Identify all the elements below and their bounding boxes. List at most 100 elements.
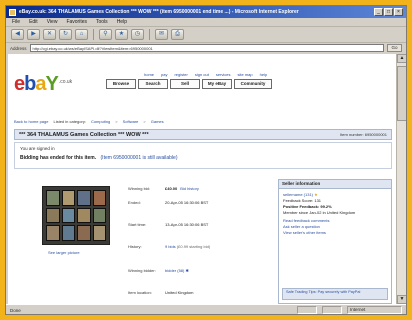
toolbar: ◀ ▶ ✕ ↻ ⌂ ⚲ ★ ◷ ✉ ⎙	[6, 27, 406, 43]
tab-my-ebay[interactable]: My eBay	[202, 79, 232, 89]
scroll-thumb[interactable]	[397, 66, 406, 121]
menu-file[interactable]: File	[12, 19, 20, 25]
tab-sell[interactable]: Sell	[170, 79, 200, 89]
photo-tile	[61, 207, 75, 224]
top-link-services[interactable]: services	[216, 72, 231, 77]
close-button[interactable]: ×	[394, 8, 403, 16]
photo-tile	[61, 190, 75, 206]
scroll-up-icon[interactable]: ▲	[397, 54, 406, 63]
menu-bar: File Edit View Favorites Tools Help	[6, 18, 406, 27]
photo-tile	[92, 190, 106, 206]
photo-tile	[77, 190, 91, 206]
scroll-down-icon[interactable]: ▼	[397, 295, 406, 304]
spec-label: Start time:	[128, 222, 147, 227]
forward-icon[interactable]: ▶	[27, 29, 40, 40]
other-items-link[interactable]: View seller's other items	[283, 230, 387, 236]
spec-label: Winning bid:	[128, 186, 151, 191]
back-to-home-link[interactable]: Back to home page	[14, 119, 48, 124]
menu-edit[interactable]: Edit	[29, 19, 38, 25]
bid-history-link[interactable]: Bid history	[180, 186, 199, 191]
title-bar: eBay.co.uk: 364 THALAMUS Games Collectio…	[6, 6, 406, 18]
top-link-site-map[interactable]: site map	[238, 72, 253, 77]
status-bar: Done Internet	[6, 304, 406, 314]
menu-favorites[interactable]: Favorites	[66, 19, 87, 25]
page-content: e b a Y .co.uk home pay register sign out se…	[8, 54, 396, 304]
spec-label: Winning bidder:	[128, 268, 156, 273]
back-icon[interactable]: ◀	[11, 29, 24, 40]
item-location-value: United Kingdom	[165, 290, 194, 295]
photo-tile	[92, 225, 106, 241]
menu-view[interactable]: View	[47, 19, 58, 25]
photo-tile	[61, 225, 75, 241]
end-time-value: 20-Apr-05 16:30:06 BST	[165, 200, 209, 205]
tab-browse[interactable]: Browse	[106, 79, 136, 89]
bidding-ended-text: Bidding has ended for this item.	[20, 155, 97, 161]
feedback-star-icon: ✱	[185, 268, 189, 273]
status-text: Done	[10, 307, 21, 313]
security-zone: Internet	[347, 306, 402, 314]
item-number: Item number: 6950000001	[340, 132, 387, 137]
tab-search[interactable]: Search	[138, 79, 168, 89]
top-link-pay[interactable]: pay	[161, 72, 167, 77]
search-icon[interactable]: ⚲	[99, 29, 112, 40]
seller-name-link[interactable]: sellername (131)	[283, 192, 313, 197]
safe-trading-box[interactable]: Safe Trading Tips: Pay securely with Pay…	[282, 288, 388, 300]
stop-icon[interactable]: ✕	[43, 29, 56, 40]
breadcrumb-games[interactable]: Games	[151, 119, 164, 124]
starting-bid-text: (£0.99 starting bid)	[176, 244, 211, 249]
spec-value: 9 bids (£0.99 starting bid)	[165, 244, 225, 249]
bid-count-link[interactable]: 9 bids	[165, 244, 176, 249]
item-title-bar: *** 364 THALAMUS Games Collection *** WO…	[14, 129, 392, 140]
mail-icon[interactable]: ✉	[155, 29, 168, 40]
breadcrumb: Back to home page Listed in category: Co…	[14, 119, 394, 124]
logo-suffix: .co.uk	[58, 79, 73, 85]
bidding-ended-notice: You are signed in Bidding has ended for …	[14, 142, 392, 169]
go-button[interactable]: Go	[387, 44, 402, 52]
tab-community[interactable]: Community	[234, 79, 272, 89]
browser-icon	[9, 8, 16, 16]
ebay-logo[interactable]: e b a Y .co.uk	[14, 72, 72, 94]
photo-tile	[92, 207, 106, 224]
menu-tools[interactable]: Tools	[96, 19, 108, 25]
winning-bidder-link[interactable]: bidder (58)	[165, 268, 184, 273]
top-link-home[interactable]: home	[144, 72, 154, 77]
print-icon[interactable]: ⎙	[171, 29, 184, 40]
home-icon[interactable]: ⌂	[75, 29, 88, 40]
spec-row: Start time: 13-Apr-05 16:30:06 BST	[128, 222, 268, 227]
photo-tile	[46, 207, 60, 224]
signed-in-text: You are signed in	[20, 146, 55, 151]
top-link-sign-out[interactable]: sign out	[195, 72, 209, 77]
favorites-icon[interactable]: ★	[115, 29, 128, 40]
toolbar-separator	[93, 29, 94, 40]
window-title: eBay.co.uk: 364 THALAMUS Games Collectio…	[19, 9, 299, 15]
refresh-icon[interactable]: ↻	[59, 29, 72, 40]
maximize-button[interactable]: □	[384, 8, 393, 16]
spec-row: Winning bid: £40.00 Bid history	[128, 186, 268, 191]
logo-letter-y: Y	[45, 73, 58, 95]
top-links: home pay register sign out services site…	[144, 72, 267, 77]
menu-help[interactable]: Help	[117, 19, 127, 25]
spec-row: Item location: United Kingdom	[128, 290, 268, 295]
start-time-value: 13-Apr-05 16:30:06 BST	[165, 222, 209, 227]
top-link-help[interactable]: help	[260, 72, 268, 77]
logo-letter-a: a	[35, 73, 46, 95]
top-link-register[interactable]: register	[174, 72, 187, 77]
status-cell	[297, 306, 317, 314]
toolbar-separator	[149, 29, 150, 40]
larger-picture-link[interactable]: See larger picture	[48, 250, 80, 255]
minimize-button[interactable]: _	[374, 8, 383, 16]
spec-value: bidder (58) ✱	[165, 268, 189, 273]
bidding-ended-message: Bidding has ended for this item. (Item 6…	[20, 155, 386, 161]
history-icon[interactable]: ◷	[131, 29, 144, 40]
vertical-scrollbar[interactable]: ▲ ▼	[396, 54, 406, 304]
breadcrumb-computing[interactable]: Computing	[91, 119, 110, 124]
spec-row: Ended: 20-Apr-05 16:30:06 BST	[128, 200, 268, 205]
breadcrumb-separator: >	[115, 119, 118, 124]
spec-row: Winning bidder: bidder (58) ✱	[128, 268, 268, 273]
still-available-link[interactable]: (Item 6950000001 is still available)	[101, 155, 178, 161]
star-icon: ★	[314, 192, 318, 197]
item-photo[interactable]	[42, 186, 110, 245]
breadcrumb-software[interactable]: Software	[123, 119, 139, 124]
address-input[interactable]: http://cgi.ebay.co.uk/ws/eBayISAPI.dll?V…	[29, 44, 384, 52]
address-label: Address	[10, 45, 27, 51]
